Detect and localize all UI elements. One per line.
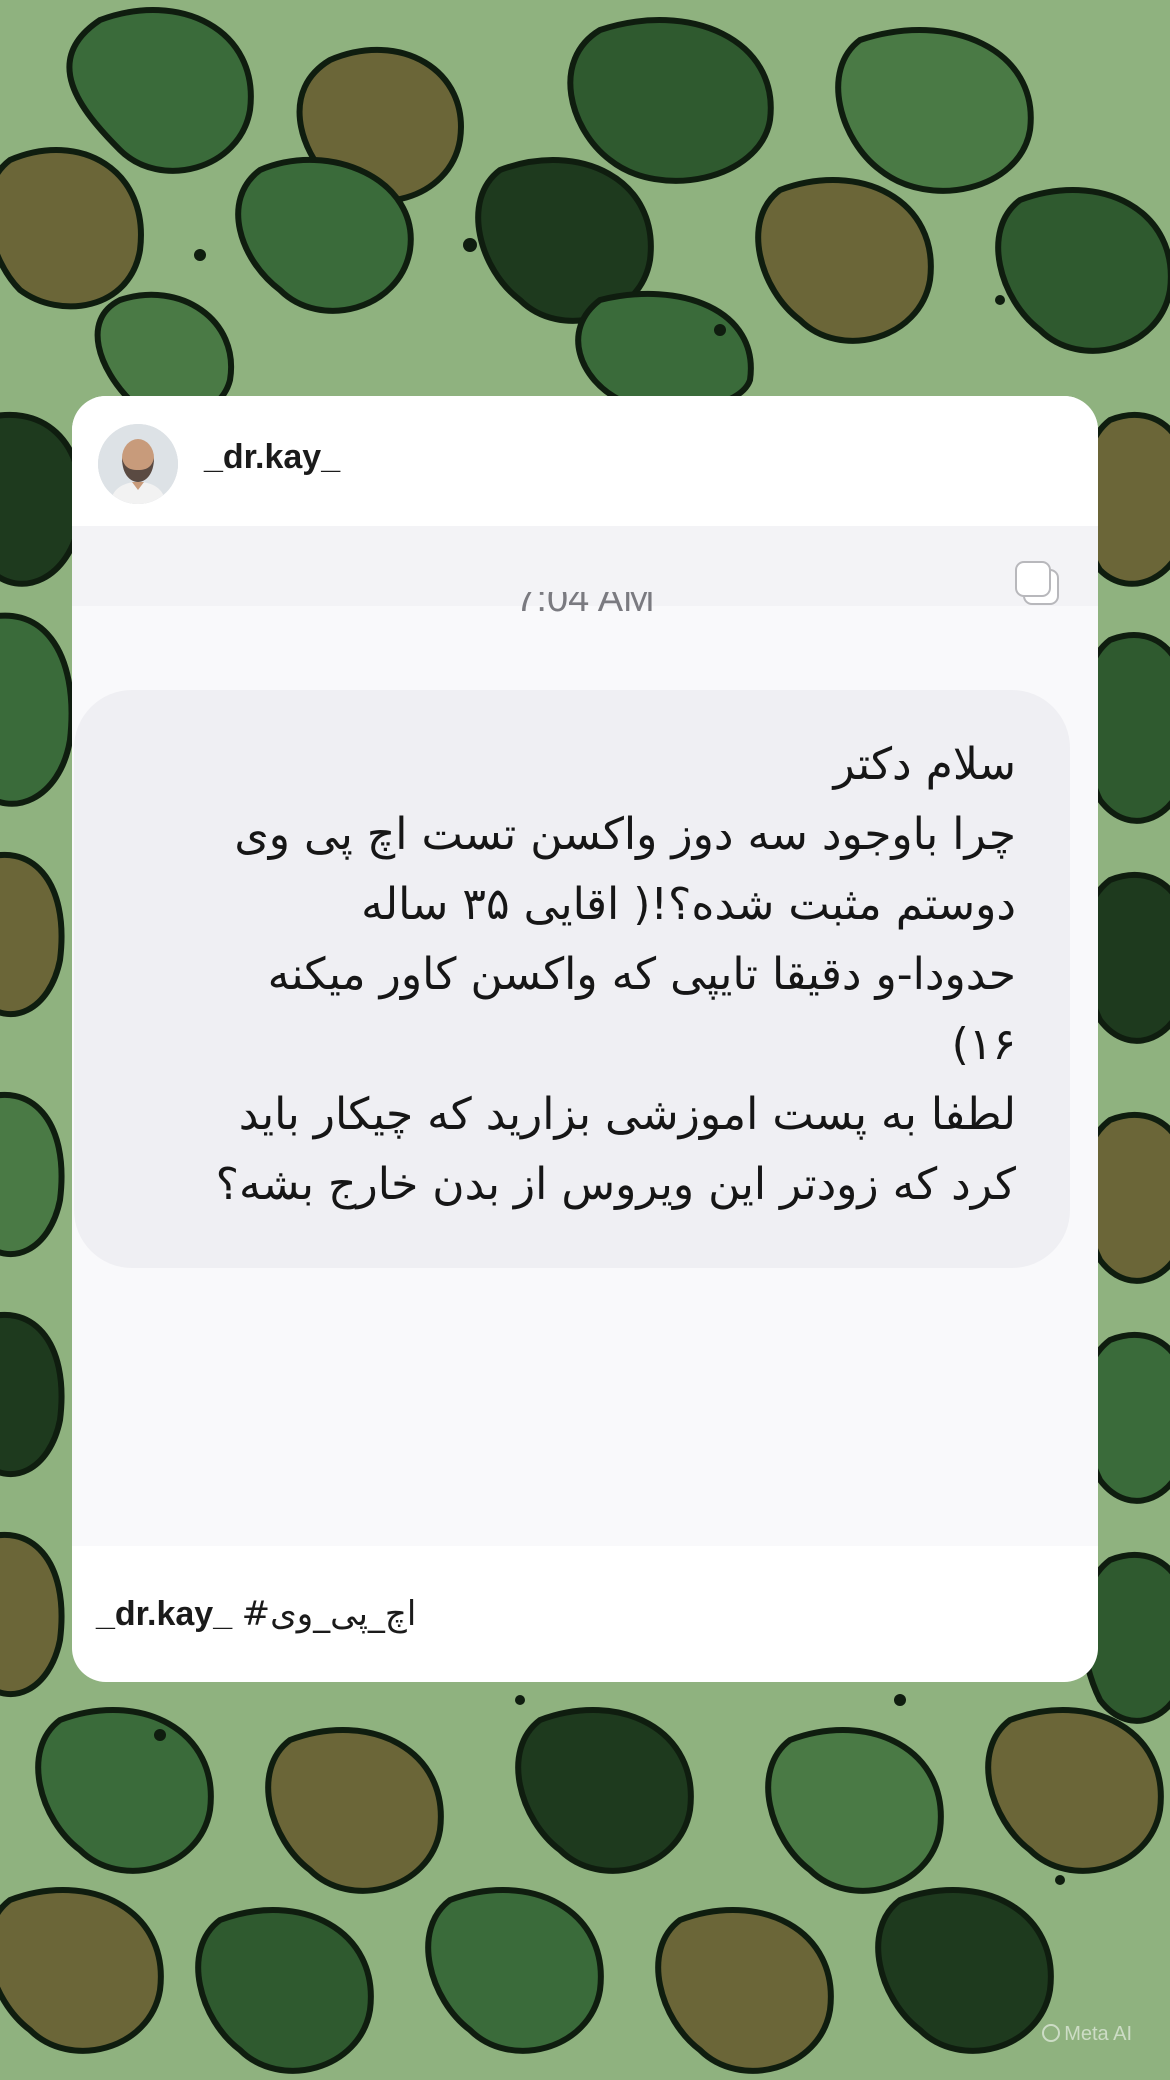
message-line: لطفا به پست اموزشی بزارید که چیکار باید [238, 1089, 1016, 1140]
message-line: ۱۶) [951, 1019, 1016, 1070]
message-line: کرد که زودتر این ویروس از بدن خارج بشه؟ [215, 1159, 1016, 1210]
post-header: _dr.kay_ [72, 396, 1098, 526]
post-card: _dr.kay_ 7:04 AM سلام دکتر چرا باوجود سه… [72, 396, 1098, 1682]
copy-icon[interactable] [1010, 556, 1066, 612]
avatar[interactable] [98, 424, 178, 504]
message-line: سلام دکتر [833, 739, 1016, 790]
watermark: Meta AI [1042, 2023, 1132, 2046]
meta-ai-ring-icon [1042, 2024, 1061, 2042]
message-bubble: سلام دکتر چرا باوجود سه دوز واکسن تست اچ… [74, 690, 1070, 1268]
caption-username[interactable]: _dr.kay_ [96, 1595, 232, 1633]
message-timestamp: 7:04 AM [72, 592, 1098, 628]
timestamp-text: 7:04 AM [515, 592, 655, 620]
message-screenshot: 7:04 AM سلام دکتر چرا باوجود سه دوز واکس… [72, 526, 1098, 1546]
message-line: حدودا-و دقیقا تایپی که واکسن کاور میکنه [267, 949, 1016, 1000]
post-author[interactable]: _dr.kay_ [204, 438, 340, 477]
post-caption: _dr.kay_ #اچ_پی_وی [96, 1594, 416, 1634]
message-line: چرا باوجود سه دوز واکسن تست اچ پی وی [234, 809, 1016, 860]
caption-hashtag[interactable]: #اچ_پی_وی [242, 1594, 417, 1634]
profile-photo-icon [98, 424, 178, 504]
watermark-text: Meta AI [1064, 2023, 1132, 2045]
message-line: دوستم مثبت شده؟!( اقایی ۳۵ ساله [361, 879, 1016, 930]
